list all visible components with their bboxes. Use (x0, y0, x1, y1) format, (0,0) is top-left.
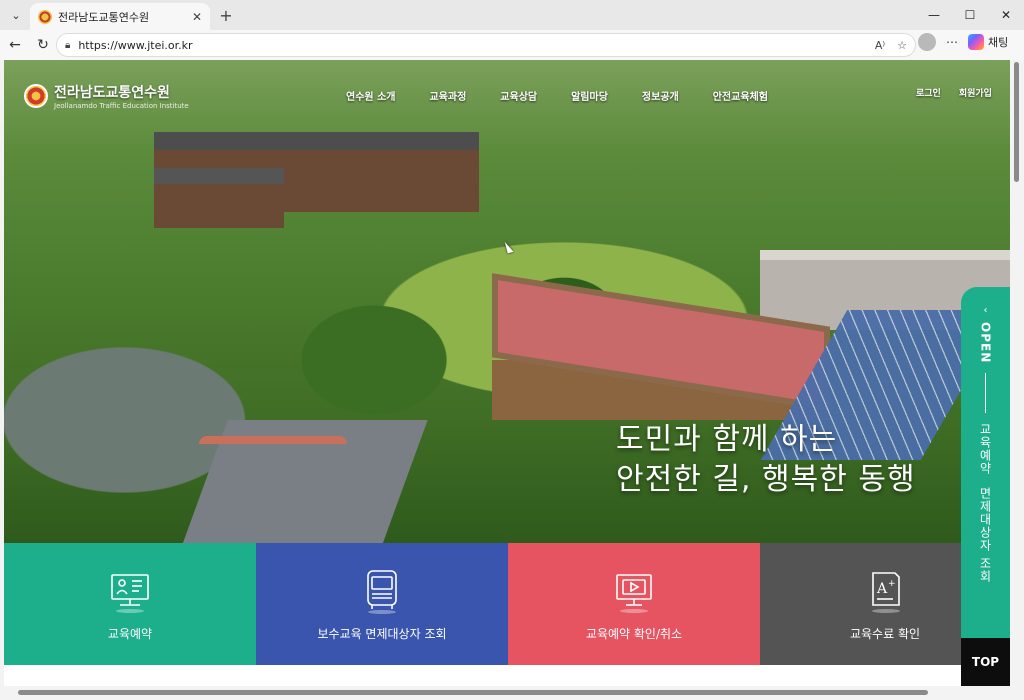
side-link-exemption[interactable]: 면제대상자 조회 (977, 487, 994, 583)
refresh-icon[interactable]: ↻ (30, 32, 56, 58)
hero-slogan: 도민과 함께 하는 안전한 길, 행복한 동행 (616, 420, 916, 500)
computer-reservation-icon (111, 573, 149, 613)
nav-safety-experience[interactable]: 안전교육체험 (713, 88, 783, 103)
mouse-cursor-icon (504, 238, 520, 254)
logo-emblem-icon (24, 84, 48, 108)
hero-building-wing (154, 168, 284, 228)
tab-title: 전라남도교통연수원 (58, 10, 150, 24)
horizontal-scrollbar-thumb[interactable] (18, 690, 928, 695)
page-viewport: 전라남도교통연수원 Jeollanamdo Traffic Education … (4, 60, 1010, 686)
quick-reservation-label: 교육예약 (107, 626, 153, 641)
url-field[interactable]: 🔒︎ https://www.jtei.or.kr A⁾ ☆ (56, 33, 916, 57)
quick-reservation-check-button[interactable]: 교육예약 확인/취소 (508, 543, 760, 665)
logo-title: 전라남도교통연수원 (54, 85, 170, 101)
quick-completion-label: 교육수료 확인 (849, 626, 921, 641)
signup-link[interactable]: 회원가입 (959, 86, 992, 99)
chat-label: 채팅 (988, 36, 1009, 49)
read-aloud-icon[interactable]: A⁾ (875, 39, 885, 52)
back-icon[interactable]: ← (2, 32, 28, 58)
util-menu: 로그인 회원가입 (916, 86, 992, 99)
tab-active[interactable]: 전라남도교통연수원 ✕ (30, 3, 210, 30)
url-text: https://www.jtei.or.kr (78, 38, 193, 52)
quick-reservation-check-label: 교육예약 확인/취소 (585, 626, 683, 641)
chat-button[interactable]: 채팅 (968, 34, 1008, 50)
side-open-label[interactable]: OPEN (979, 322, 993, 363)
slogan-line-1: 도민과 함께 하는 (616, 422, 838, 457)
quick-exemption-button[interactable]: 보수교육 면제대상자 조회 (256, 543, 508, 665)
site-logo[interactable]: 전라남도교통연수원 Jeollanamdo Traffic Education … (24, 82, 189, 110)
vertical-scrollbar-thumb[interactable] (1014, 62, 1019, 182)
maximize-icon[interactable]: ☐ (952, 0, 988, 30)
quick-reservation-button[interactable]: 교육예약 (4, 543, 256, 665)
browser-chrome: ⌄ 전라남도교통연수원 ✕ + — ☐ ✕ ← ↻ 🔒︎ https://www… (0, 0, 1024, 60)
site-favicon-icon (38, 9, 52, 24)
copilot-icon (968, 34, 984, 50)
site-info-icon[interactable]: 🔒︎ (65, 40, 70, 51)
nav-notice[interactable]: 알림마당 (571, 88, 623, 103)
chevron-left-icon: ‹ (983, 305, 988, 316)
tab-close-icon[interactable]: ✕ (192, 10, 202, 24)
nav-courses[interactable]: 교육과정 (429, 88, 481, 103)
side-divider (985, 373, 986, 414)
more-options-icon[interactable]: ⋯ (946, 35, 958, 49)
window-controls: — ☐ ✕ (916, 0, 1024, 30)
quick-exemption-label: 보수교육 면제대상자 조회 (317, 626, 447, 641)
certificate-icon: A + (872, 571, 900, 613)
top-button[interactable]: TOP (961, 638, 1010, 686)
profile-avatar[interactable] (918, 33, 936, 51)
side-quick-panel[interactable]: ‹ OPEN 교육예약 면제대상자 조회 (961, 287, 1010, 645)
svg-text:A: A (876, 581, 888, 597)
close-window-icon[interactable]: ✕ (988, 0, 1024, 30)
nav-disclosure[interactable]: 정보공개 (642, 88, 694, 103)
quick-menu: 교육예약 보수교육 면제대상자 조회 교육예약 확인/취소 A + 교육수료 확… (4, 543, 1010, 665)
nav-about[interactable]: 연수원 소개 (346, 88, 410, 103)
new-tab-icon[interactable]: + (216, 5, 236, 25)
address-bar: ← ↻ 🔒︎ https://www.jtei.or.kr A⁾ ☆ (0, 30, 1024, 60)
side-link-reservation[interactable]: 교육예약 (977, 423, 994, 475)
nav-consulting[interactable]: 교육상담 (500, 88, 552, 103)
tab-bar: ⌄ 전라남도교통연수원 ✕ + — ☐ ✕ (0, 0, 1024, 30)
hero-gate (199, 436, 347, 444)
logo-subtitle: Jeollanamdo Traffic Education Institute (54, 102, 189, 110)
hero-aerial-photo: 전라남도교통연수원 Jeollanamdo Traffic Education … (4, 60, 1010, 550)
login-link[interactable]: 로그인 (916, 86, 941, 99)
slogan-line-2: 안전한 길, 행복한 동행 (616, 462, 916, 497)
toolbar-right: ⋯ 채팅 (918, 33, 1008, 51)
minimize-icon[interactable]: — (916, 0, 952, 30)
favorite-star-icon[interactable]: ☆ (897, 39, 907, 52)
svg-text:+: + (888, 579, 896, 589)
tab-list-icon[interactable]: ⌄ (6, 5, 26, 25)
video-monitor-icon (616, 573, 652, 613)
main-navigation: 연수원 소개 교육과정 교육상담 알림마당 정보공개 안전교육체험 (346, 88, 802, 103)
bus-icon (367, 569, 397, 614)
